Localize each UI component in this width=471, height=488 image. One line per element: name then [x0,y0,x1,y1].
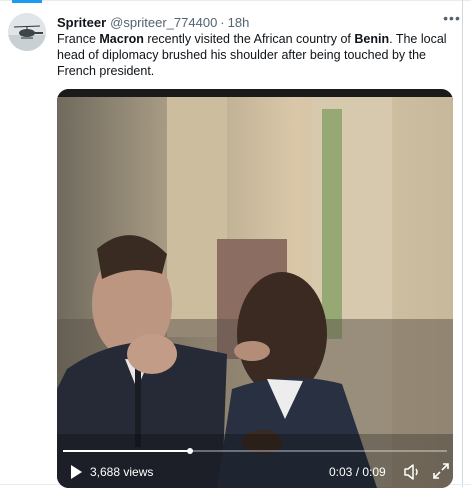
video-progress-handle[interactable] [186,448,193,454]
tweet-text-part: recently visited the African country of [143,32,355,46]
video-time: 0:03 / 0:09 [329,465,386,479]
tweet-text: France Macron recently visited the Afric… [57,31,447,79]
avatar[interactable] [8,13,46,51]
separator-dot: · [220,14,225,30]
play-icon[interactable] [69,464,83,480]
author-name[interactable]: Spriteer [57,15,106,30]
active-tab-indicator [12,0,42,3]
view-count: 3,688 views [90,465,154,479]
timeline-border [462,0,463,487]
author-handle[interactable]: @spriteer_774400 [110,15,217,30]
video-controls: 3,688 views 0:03 / 0:09 [57,459,453,485]
video-player[interactable]: 3,688 views 0:03 / 0:09 [57,89,453,488]
volume-icon[interactable] [402,462,422,482]
tweet-text-bold: Benin [354,32,390,46]
top-divider [0,0,471,1]
tweet-text-part: France [57,32,100,46]
video-progress-bar[interactable] [63,448,447,454]
fullscreen-icon[interactable] [432,462,450,480]
helicopter-avatar-image [8,13,46,51]
video-progress-fill [63,450,190,452]
tweet-timestamp[interactable]: 18h [228,15,250,30]
ellipsis-icon[interactable]: ••• [443,11,461,29]
tweet-text-bold: Macron [99,32,144,46]
video-frame-image [57,89,453,488]
tweet-header: Spriteer @spriteer_774400 · 18h [57,13,249,31]
